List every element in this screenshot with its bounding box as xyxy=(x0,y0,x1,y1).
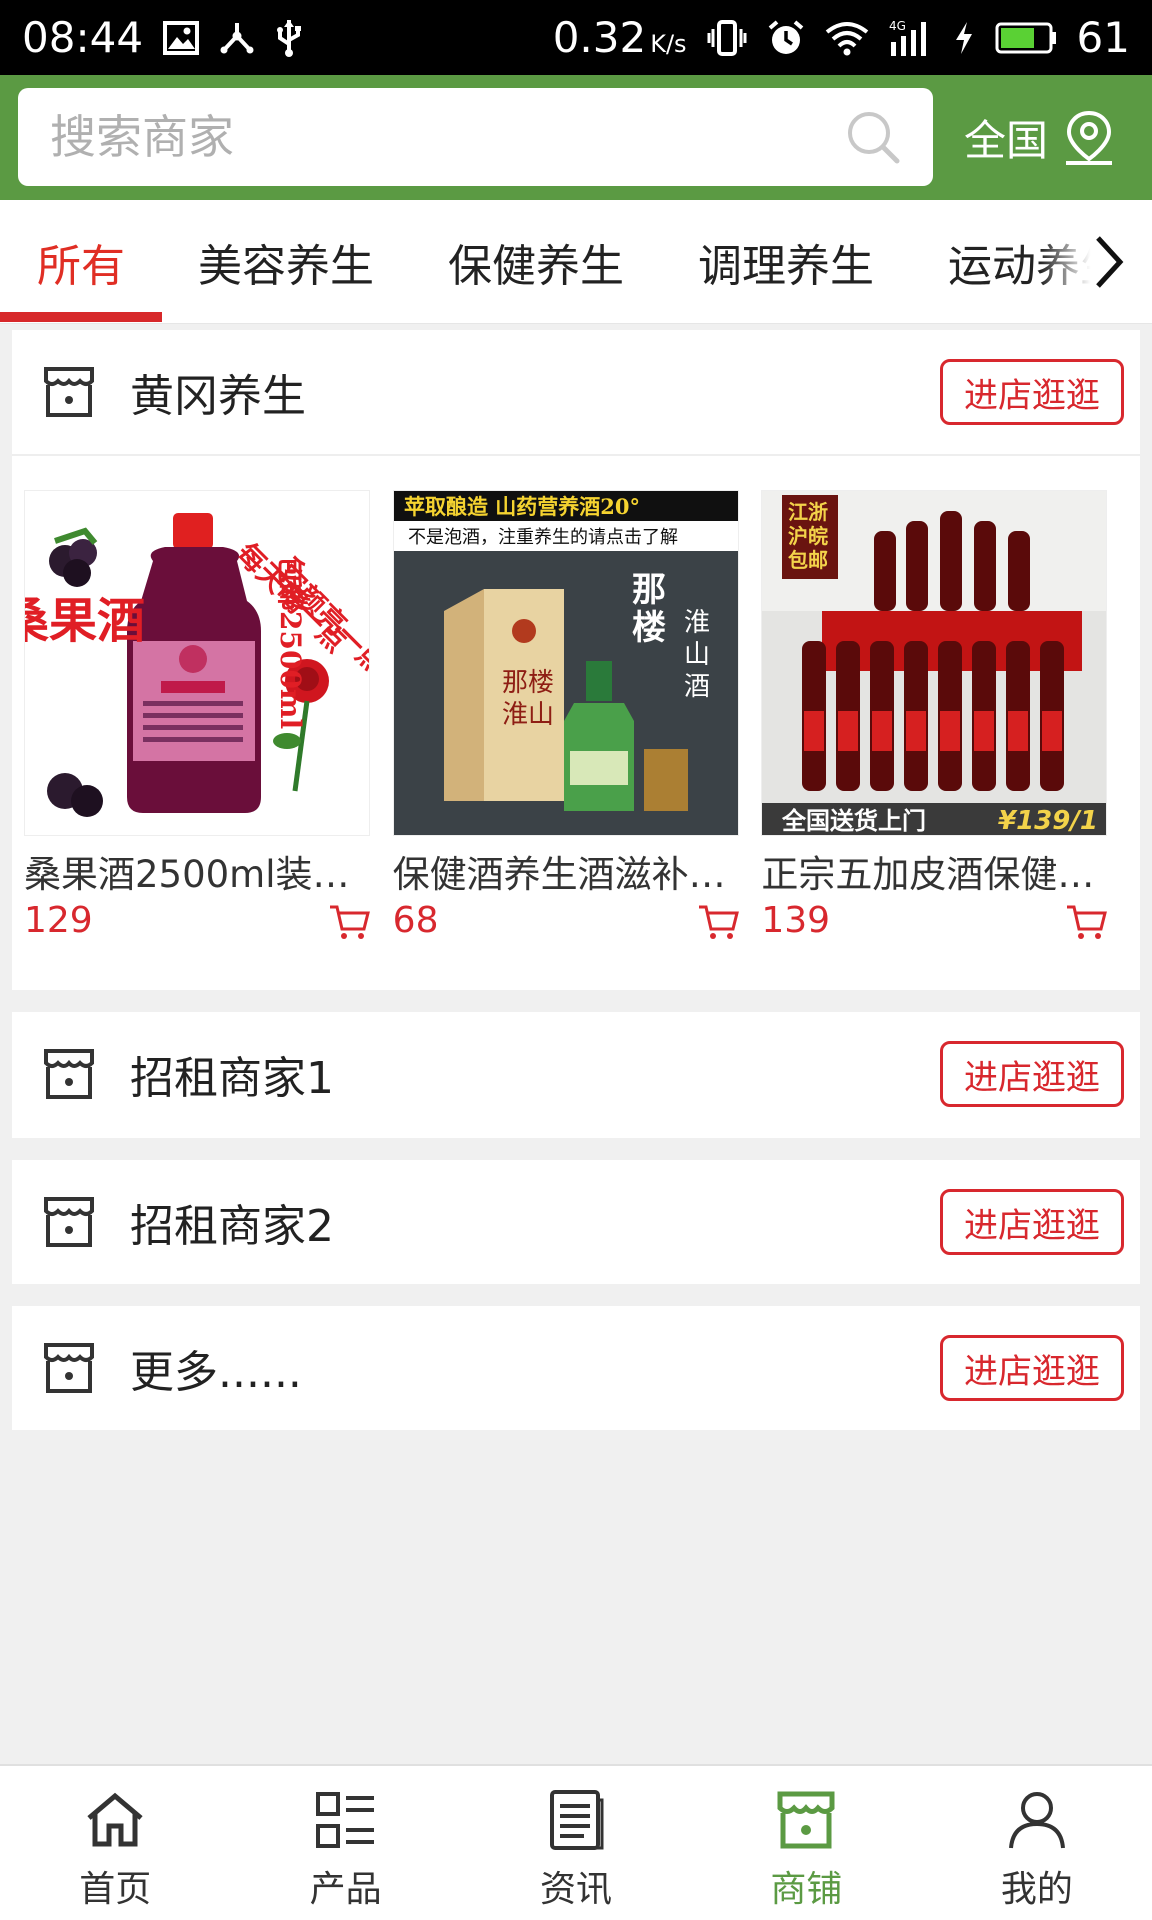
tab-conditioning[interactable]: 调理养生 xyxy=(698,200,874,323)
svg-text:那楼: 那楼 xyxy=(502,668,554,698)
store-header: 黄冈养生 进店逛逛 xyxy=(12,330,1140,454)
tab-all[interactable]: 所有 xyxy=(0,200,162,323)
nav-stores[interactable]: 商铺 xyxy=(691,1766,921,1920)
nav-products-label: 产品 xyxy=(309,1869,382,1910)
nav-home-label: 首页 xyxy=(79,1869,152,1910)
store-icon xyxy=(774,1788,838,1852)
store-icon xyxy=(40,1045,98,1103)
svg-text:苹取酿造 山药营养酒20°: 苹取酿造 山药营养酒20° xyxy=(404,494,640,519)
product-name[interactable]: 正宗五加皮酒保健正宗五加皮酒 xyxy=(761,844,1111,898)
tabs-scroll-right[interactable] xyxy=(1040,200,1152,323)
nav-profile[interactable]: 我的 xyxy=(922,1766,1152,1920)
enter-store-button[interactable]: 进店逛逛 xyxy=(940,359,1124,425)
chevron-right-icon[interactable] xyxy=(1092,234,1126,290)
store-header: 更多...... 进店逛逛 xyxy=(12,1306,1140,1430)
store-name[interactable]: 招租商家1 xyxy=(130,1042,940,1106)
enter-store-button[interactable]: 进店逛逛 xyxy=(940,1335,1124,1401)
store-name[interactable]: 招租商家2 xyxy=(130,1190,940,1254)
svg-text:全国送货上门: 全国送货上门 xyxy=(781,807,926,835)
battery-icon xyxy=(995,21,1057,55)
store-card: 黄冈养生 进店逛逛 果酒 包邮2500ml 每天喝一点 容颜亮一点 桑果酒250… xyxy=(12,330,1140,990)
location-pin-icon xyxy=(1062,109,1116,167)
alarm-icon xyxy=(767,19,805,57)
svg-text:沪皖: 沪皖 xyxy=(788,524,828,548)
store-icon xyxy=(40,363,98,421)
vibrate-icon xyxy=(707,19,747,57)
product-price: 129 xyxy=(24,900,93,941)
status-bar: 08:44 0.32 K/s 4G 61 xyxy=(0,0,1152,75)
battery-level: 61 xyxy=(1076,13,1130,62)
network-speed-unit: K/s xyxy=(650,30,687,58)
search-icon[interactable] xyxy=(845,109,901,165)
network-speed: 0.32 xyxy=(552,13,647,62)
store-icon xyxy=(40,1339,98,1397)
product-name[interactable]: 桑果酒2500ml装桑果酒2500ml装 xyxy=(24,844,374,898)
bottom-nav: 首页 产品 资讯 商铺 我的 xyxy=(0,1764,1152,1920)
store-name[interactable]: 黄冈养生 xyxy=(130,360,940,424)
svg-text:桑果酒: 桑果酒 xyxy=(25,593,145,649)
usb-icon xyxy=(275,18,303,58)
product-item[interactable]: 苹取酿造 山药营养酒20° 不是泡酒，注重养生的请点击了解 那楼 淮山 那 楼 xyxy=(392,490,762,996)
status-time: 08:44 xyxy=(22,13,144,62)
user-icon xyxy=(1005,1788,1069,1852)
product-price: 68 xyxy=(392,900,439,941)
header-bar: 全国 xyxy=(0,75,1152,200)
nav-profile-label: 我的 xyxy=(1000,1869,1073,1910)
home-icon xyxy=(83,1788,147,1852)
nav-news-label: 资讯 xyxy=(540,1869,613,1910)
svg-text:淮山: 淮山 xyxy=(502,700,554,730)
image-notification-icon xyxy=(163,20,200,55)
product-item[interactable]: 江浙 沪皖 包邮 全国送货上门 ¥139/1 正宗五加皮酒保健正 139 xyxy=(761,490,1130,996)
tab-active-indicator xyxy=(0,312,162,322)
svg-text:¥139/1: ¥139/1 xyxy=(998,806,1098,836)
store-name[interactable]: 更多...... xyxy=(130,1336,940,1400)
add-to-cart-icon[interactable] xyxy=(1065,901,1108,941)
region-label: 全国 xyxy=(964,116,1049,165)
product-image-mulberry-wine[interactable]: 桑果酒 包邮2500ml 每天喝一点 容颜亮一点 xyxy=(24,490,370,836)
nav-products[interactable]: 产品 xyxy=(230,1766,460,1920)
store-icon xyxy=(40,1193,98,1251)
store-card: 更多...... 进店逛逛 xyxy=(12,1306,1140,1430)
signal-4g-icon: 4G xyxy=(889,18,933,58)
store-card: 招租商家2 进店逛逛 xyxy=(12,1160,1140,1284)
region-selector[interactable]: 全国 xyxy=(964,75,1152,200)
add-to-cart-icon[interactable] xyxy=(697,901,739,941)
svg-text:江浙: 江浙 xyxy=(788,500,828,524)
product-image-wujiapi-wine[interactable]: 江浙 沪皖 包邮 全国送货上门 ¥139/1 xyxy=(761,490,1108,836)
svg-text:淮: 淮 xyxy=(684,608,710,638)
product-item[interactable]: 桑果酒 包邮2500ml 每天喝一点 容颜亮一点 桑果酒2500ml装桑果酒25… xyxy=(24,490,393,996)
category-tabs: 所有 美容养生 保健养生 调理养生 运动养生 xyxy=(0,200,1152,324)
svg-text:山: 山 xyxy=(684,640,710,670)
news-icon xyxy=(544,1788,608,1852)
svg-text:楼: 楼 xyxy=(632,608,666,648)
store-header: 招租商家2 进店逛逛 xyxy=(12,1160,1140,1284)
tab-beauty-health[interactable]: 美容养生 xyxy=(198,200,374,323)
nav-stores-label: 商铺 xyxy=(770,1869,843,1910)
svg-text:那: 那 xyxy=(632,570,666,610)
enter-store-button[interactable]: 进店逛逛 xyxy=(940,1041,1124,1107)
product-list: 桑果酒 包邮2500ml 每天喝一点 容颜亮一点 桑果酒2500ml装桑果酒25… xyxy=(12,456,1140,996)
network-type: 4G xyxy=(889,19,906,33)
list-icon xyxy=(314,1788,378,1852)
store-header: 招租商家1 进店逛逛 xyxy=(12,1012,1140,1136)
nav-news[interactable]: 资讯 xyxy=(461,1766,691,1920)
add-to-cart-icon[interactable] xyxy=(328,901,370,941)
tab-healthcare[interactable]: 保健养生 xyxy=(448,200,624,323)
svg-text:不是泡酒，注重养生的请点击了解: 不是泡酒，注重养生的请点击了解 xyxy=(408,527,678,548)
nav-home[interactable]: 首页 xyxy=(0,1766,230,1920)
wifi-icon xyxy=(825,20,869,56)
svg-text:包邮: 包邮 xyxy=(788,548,828,572)
svg-text:酒: 酒 xyxy=(684,672,710,702)
enter-store-button[interactable]: 进店逛逛 xyxy=(940,1189,1124,1255)
search-box[interactable] xyxy=(18,88,933,186)
search-input[interactable] xyxy=(50,110,845,164)
share-network-icon xyxy=(219,20,255,56)
product-name[interactable]: 保健酒养生酒滋补保健酒养生酒 xyxy=(393,844,743,898)
product-image-yam-wine[interactable]: 苹取酿造 山药营养酒20° 不是泡酒，注重养生的请点击了解 那楼 淮山 那 楼 xyxy=(392,490,739,836)
product-price: 139 xyxy=(761,900,831,941)
charging-icon xyxy=(953,20,975,56)
store-card: 招租商家1 进店逛逛 xyxy=(12,1012,1140,1138)
